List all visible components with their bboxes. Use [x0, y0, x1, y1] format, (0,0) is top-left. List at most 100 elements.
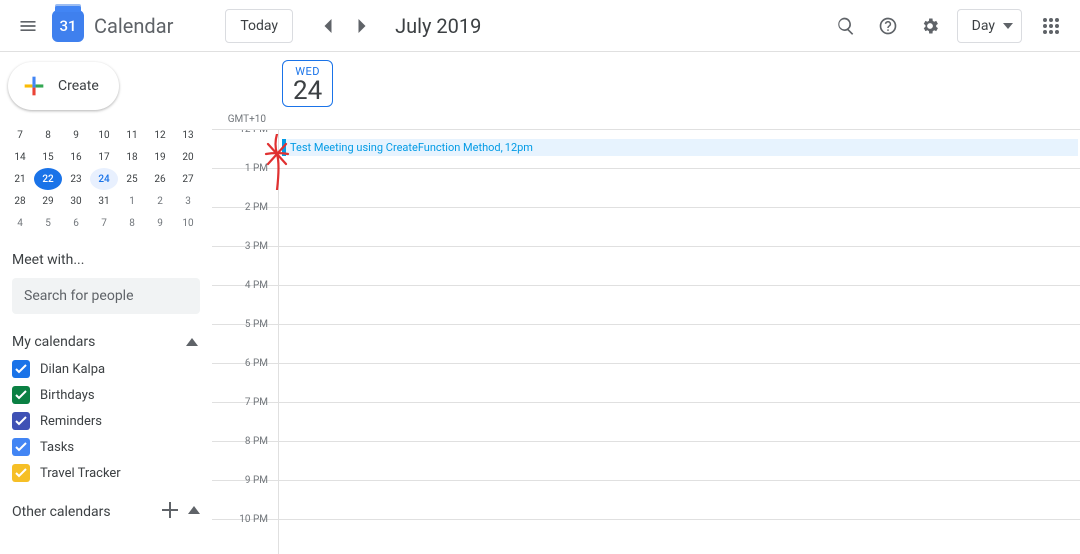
hour-cell[interactable] — [278, 520, 1080, 554]
hour-label: 1 PM — [212, 163, 278, 201]
hour-row[interactable]: 9 PM — [212, 481, 1080, 520]
mini-day[interactable]: 17 — [90, 146, 118, 168]
hour-cell[interactable] — [278, 481, 1080, 519]
mini-day[interactable]: 31 — [90, 190, 118, 212]
mini-day[interactable]: 5 — [34, 212, 62, 234]
search-people-placeholder: Search for people — [24, 288, 134, 304]
mini-day[interactable]: 20 — [174, 146, 202, 168]
calendar-item-label: Tasks — [40, 440, 74, 455]
search-icon[interactable] — [827, 7, 865, 45]
hour-cell[interactable] — [278, 442, 1080, 480]
mini-day[interactable]: 11 — [118, 124, 146, 146]
event-time: 12pm — [505, 141, 533, 154]
calendar-item[interactable]: Travel Tracker — [0, 460, 212, 486]
mini-day[interactable]: 4 — [6, 212, 34, 234]
main-menu-icon[interactable] — [8, 6, 48, 46]
mini-day[interactable]: 29 — [34, 190, 62, 212]
hour-cell[interactable] — [278, 247, 1080, 285]
current-period-label: July 2019 — [395, 14, 481, 38]
mini-day[interactable]: 2 — [146, 190, 174, 212]
calendar-event[interactable]: Test Meeting using CreateFunction Method… — [282, 139, 1078, 156]
mini-day[interactable]: 15 — [34, 146, 62, 168]
hour-row[interactable]: 3 PM — [212, 247, 1080, 286]
mini-day[interactable]: 27 — [174, 168, 202, 190]
hour-cell[interactable] — [278, 169, 1080, 207]
hour-cell[interactable] — [278, 208, 1080, 246]
time-grid[interactable]: 12 PM1 PM2 PM3 PM4 PM5 PM6 PM7 PM8 PM9 P… — [212, 130, 1080, 554]
mini-day[interactable]: 14 — [6, 146, 34, 168]
hour-row[interactable]: 6 PM — [212, 364, 1080, 403]
hour-label: 9 PM — [212, 475, 278, 513]
add-calendar-icon[interactable] — [162, 502, 178, 522]
mini-day[interactable]: 30 — [62, 190, 90, 212]
view-switcher[interactable]: Day — [957, 9, 1022, 43]
mini-day[interactable]: 28 — [6, 190, 34, 212]
today-button[interactable]: Today — [225, 9, 293, 43]
mini-day[interactable]: 23 — [62, 168, 90, 190]
calendar-item[interactable]: Tasks — [0, 434, 212, 460]
next-day-button[interactable] — [345, 9, 379, 43]
app-logo[interactable]: 31 Calendar — [52, 10, 173, 42]
hour-row[interactable]: 5 PM — [212, 325, 1080, 364]
mini-day[interactable]: 21 — [6, 168, 34, 190]
mini-day[interactable]: 9 — [62, 124, 90, 146]
mini-day[interactable]: 18 — [118, 146, 146, 168]
hour-row[interactable]: 4 PM — [212, 286, 1080, 325]
hour-label: 12 PM — [212, 130, 278, 162]
help-icon[interactable] — [869, 7, 907, 45]
chevron-up-icon — [186, 334, 198, 350]
checkbox-icon[interactable] — [12, 464, 30, 482]
mini-day[interactable]: 6 — [62, 212, 90, 234]
settings-icon[interactable] — [911, 7, 949, 45]
mini-day[interactable]: 24 — [90, 168, 118, 190]
checkbox-icon[interactable] — [12, 386, 30, 404]
mini-day[interactable]: 10 — [174, 212, 202, 234]
mini-day[interactable]: 19 — [146, 146, 174, 168]
google-apps-icon[interactable] — [1032, 7, 1070, 45]
hour-row[interactable]: 1 PM — [212, 169, 1080, 208]
prev-day-button[interactable] — [311, 9, 345, 43]
create-button[interactable]: Create — [8, 62, 119, 110]
calendar-item[interactable]: Dilan Kalpa — [0, 356, 212, 382]
mini-day[interactable]: 8 — [118, 212, 146, 234]
mini-day[interactable]: 7 — [6, 124, 34, 146]
other-calendars-header[interactable]: Other calendars — [0, 486, 212, 526]
meet-with-label: Meet with... — [12, 252, 212, 268]
mini-day[interactable]: 16 — [62, 146, 90, 168]
mini-day[interactable]: 8 — [34, 124, 62, 146]
mini-day[interactable]: 25 — [118, 168, 146, 190]
event-title: Test Meeting using CreateFunction Method… — [290, 141, 503, 154]
hour-cell[interactable] — [278, 286, 1080, 324]
calendar-item[interactable]: Birthdays — [0, 382, 212, 408]
mini-day[interactable]: 1 — [118, 190, 146, 212]
calendar-item-label: Birthdays — [40, 388, 95, 403]
mini-day[interactable]: 26 — [146, 168, 174, 190]
checkbox-icon[interactable] — [12, 412, 30, 430]
hour-row[interactable]: 2 PM — [212, 208, 1080, 247]
mini-day[interactable]: 3 — [174, 190, 202, 212]
checkbox-icon[interactable] — [12, 360, 30, 378]
calendar-item[interactable]: Reminders — [0, 408, 212, 434]
mini-day[interactable]: 7 — [90, 212, 118, 234]
hour-label: 8 PM — [212, 436, 278, 474]
hour-cell[interactable] — [278, 403, 1080, 441]
hour-row[interactable]: 7 PM — [212, 403, 1080, 442]
hour-cell[interactable] — [278, 325, 1080, 363]
view-switcher-label: Day — [972, 18, 995, 34]
checkbox-icon[interactable] — [12, 438, 30, 456]
mini-day[interactable]: 12 — [146, 124, 174, 146]
chevron-up-icon[interactable] — [188, 502, 200, 522]
my-calendars-header[interactable]: My calendars — [0, 314, 212, 356]
mini-day[interactable]: 13 — [174, 124, 202, 146]
hour-row[interactable]: 8 PM — [212, 442, 1080, 481]
hour-label: 2 PM — [212, 202, 278, 240]
hour-row[interactable]: 10 PM — [212, 520, 1080, 554]
date-nav — [311, 9, 379, 43]
create-button-label: Create — [58, 78, 99, 94]
search-people-input[interactable]: Search for people — [12, 278, 200, 314]
mini-day[interactable]: 22 — [34, 168, 62, 190]
day-selector[interactable]: WED 24 — [282, 60, 333, 107]
hour-cell[interactable] — [278, 364, 1080, 402]
mini-day[interactable]: 9 — [146, 212, 174, 234]
mini-day[interactable]: 10 — [90, 124, 118, 146]
